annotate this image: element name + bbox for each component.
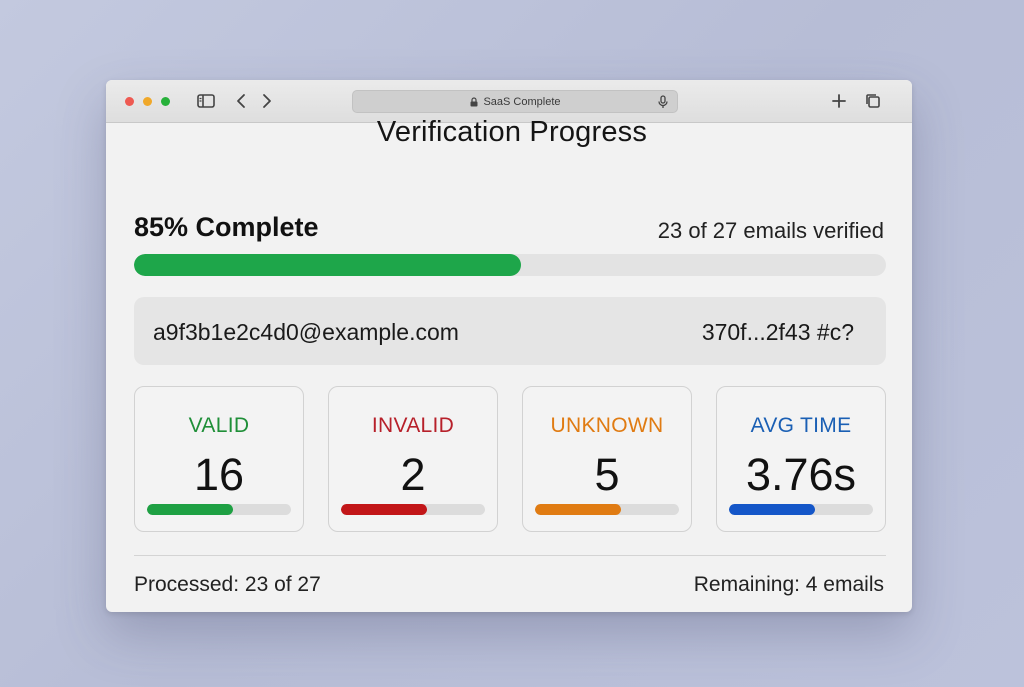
microphone-icon[interactable] [657, 95, 669, 109]
stat-card-unknown: UNKNOWN 5 [522, 386, 692, 532]
verified-count-label: 23 of 27 emails verified [657, 218, 884, 243]
address-bar[interactable]: SaaS Complete [352, 90, 678, 113]
stat-label: AVG TIME [750, 414, 852, 437]
progress-percent-label: 85% Complete [134, 212, 319, 242]
current-email-row: a9f3b1e2c4d0@example.com 370f...2f43 #c? [134, 297, 886, 365]
stat-label: VALID [188, 414, 250, 437]
processed-count: Processed: 23 of 27 [134, 573, 321, 596]
stat-bar [147, 504, 291, 515]
chevron-right-icon[interactable] [255, 90, 277, 112]
stat-label: UNKNOWN [550, 414, 664, 437]
stat-bar-fill [341, 504, 428, 515]
page-title: Verification Progress [376, 116, 648, 148]
footer-divider [134, 555, 886, 556]
current-email: a9f3b1e2c4d0@example.com [153, 319, 459, 345]
address-text: SaaS Complete [483, 95, 561, 108]
stat-card-avg-time: AVG TIME 3.76s [716, 386, 886, 532]
close-window-button[interactable] [125, 97, 134, 106]
plus-icon[interactable] [828, 90, 850, 112]
overall-progress-bar [134, 254, 886, 276]
zoom-window-button[interactable] [161, 97, 170, 106]
stat-value: 3.76s [745, 449, 857, 500]
address-content: SaaS Complete [353, 91, 677, 112]
stat-value: 5 [594, 449, 620, 500]
stat-card-valid: VALID 16 [134, 386, 304, 532]
stat-bar [341, 504, 485, 515]
stat-card-invalid: INVALID 2 [328, 386, 498, 532]
stat-value: 16 [193, 449, 245, 500]
stat-bar-fill [729, 504, 816, 515]
minimize-window-button[interactable] [143, 97, 152, 106]
sidebar-icon[interactable] [195, 90, 217, 112]
overall-progress-fill [134, 254, 522, 276]
stat-bar-fill [147, 504, 234, 515]
stat-label: INVALID [371, 414, 455, 437]
current-email-hash: 370f...2f43 #c? [701, 319, 854, 345]
stat-value: 2 [400, 449, 426, 500]
chevron-left-icon[interactable] [231, 90, 253, 112]
lock-icon [469, 96, 479, 107]
stat-bar-fill [535, 504, 622, 515]
stat-bar [729, 504, 873, 515]
remaining-count: Remaining: 4 emails [693, 573, 884, 596]
tabs-icon[interactable] [862, 90, 884, 112]
stat-bar [535, 504, 679, 515]
